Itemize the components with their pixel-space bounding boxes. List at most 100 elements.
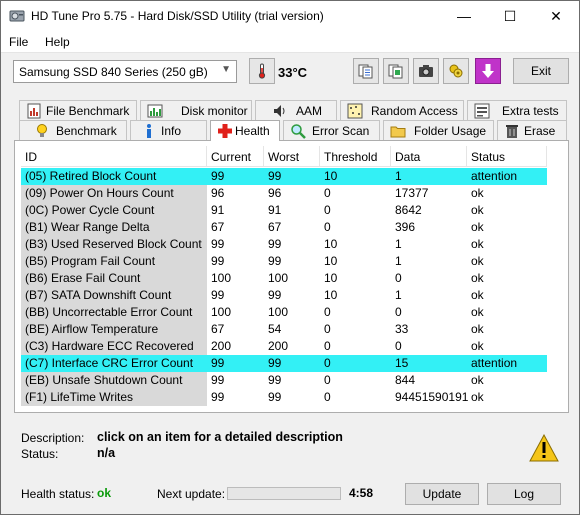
- cell-worst: 100: [268, 271, 289, 285]
- drive-select[interactable]: Samsung SSD 840 Series (250 gB) ▼: [13, 60, 237, 83]
- tab-file-benchmark[interactable]: File Benchmark: [19, 100, 137, 120]
- cell-data: 1: [395, 169, 402, 183]
- window-title: HD Tune Pro 5.75 - Hard Disk/SSD Utility…: [31, 9, 324, 23]
- menu-file[interactable]: File: [9, 35, 28, 49]
- update-progress-bar: [227, 487, 341, 500]
- tab-error-scan[interactable]: Error Scan: [283, 120, 380, 140]
- cell-data: 15: [395, 356, 409, 370]
- cell-data: 0: [395, 305, 402, 319]
- tab-folder-usage[interactable]: Folder Usage: [383, 120, 494, 140]
- table-row[interactable]: (F1) LifeTime Writes 99 99 0 94451590191 ok: [21, 389, 547, 406]
- log-button[interactable]: Log: [487, 483, 561, 505]
- cell-worst: 67: [268, 220, 282, 234]
- copy-screenshot-button[interactable]: [383, 58, 409, 84]
- tab-benchmark[interactable]: Benchmark: [19, 120, 127, 140]
- cell-threshold: 0: [324, 203, 331, 217]
- table-row[interactable]: (B6) Erase Fail Count 100 100 10 0 ok: [21, 270, 547, 287]
- screenshot-button[interactable]: [413, 58, 439, 84]
- table-row[interactable]: (05) Retired Block Count 99 99 10 1 attention: [21, 168, 547, 185]
- column-header-current[interactable]: Current: [207, 146, 264, 167]
- cell-id: (0C) Power Cycle Count: [25, 203, 155, 217]
- title-bar[interactable]: HD Tune Pro 5.75 - Hard Disk/SSD Utility…: [1, 1, 579, 31]
- cell-worst: 99: [268, 254, 282, 268]
- menu-help[interactable]: Help: [45, 35, 70, 49]
- cell-status: ok: [471, 186, 484, 200]
- tab-label: Health: [235, 124, 270, 138]
- cell-id: (BE) Airflow Temperature: [25, 322, 159, 336]
- column-header-threshold[interactable]: Threshold: [320, 146, 391, 167]
- cell-id: (09) Power On Hours Count: [25, 186, 174, 200]
- table-row[interactable]: (BE) Airflow Temperature 67 54 0 33 ok: [21, 321, 547, 338]
- cell-worst: 99: [268, 237, 282, 251]
- cell-data: 8642: [395, 203, 422, 217]
- maximize-button[interactable]: ☐: [487, 1, 533, 31]
- cell-data: 1: [395, 288, 402, 302]
- cell-threshold: 0: [324, 356, 331, 370]
- cell-threshold: 10: [324, 271, 338, 285]
- cell-current: 100: [211, 271, 232, 285]
- tab-random-access[interactable]: Random Access: [340, 100, 464, 120]
- table-row[interactable]: (EB) Unsafe Shutdown Count 99 99 0 844 ok: [21, 372, 547, 389]
- magnifier-icon: [291, 124, 306, 139]
- cell-data: 0: [395, 271, 402, 285]
- column-header-worst[interactable]: Worst: [264, 146, 320, 167]
- save-button[interactable]: [475, 58, 501, 84]
- table-row[interactable]: (0C) Power Cycle Count 91 91 0 8642 ok: [21, 202, 547, 219]
- temperature-button[interactable]: [249, 58, 275, 84]
- folder-icon: [390, 126, 406, 138]
- close-button[interactable]: ✕: [533, 1, 579, 31]
- trash-icon: [506, 125, 518, 138]
- column-header-status[interactable]: Status: [467, 146, 547, 167]
- tab-label: Extra tests: [502, 104, 559, 118]
- health-cross-icon: [218, 124, 232, 138]
- update-button[interactable]: Update: [405, 483, 479, 505]
- cell-current: 100: [211, 305, 232, 319]
- random-access-icon: [347, 103, 363, 119]
- copy-info-button[interactable]: [353, 58, 379, 84]
- cell-worst: 96: [268, 186, 282, 200]
- drive-select-value: Samsung SSD 840 Series (250 gB): [19, 65, 208, 79]
- health-panel: ID Current Worst Threshold Data Status (…: [14, 140, 569, 413]
- table-row[interactable]: (C3) Hardware ECC Recovered 200 200 0 0 ok: [21, 338, 547, 355]
- table-row[interactable]: (C7) Interface CRC Error Count 99 99 0 15 att…: [21, 355, 547, 372]
- table-row[interactable]: (09) Power On Hours Count 96 96 0 17377 ok: [21, 185, 547, 202]
- cell-status: ok: [471, 373, 484, 387]
- tab-row-bottom: Benchmark Info Health Error Scan Folder …: [15, 120, 569, 141]
- tab-extra-tests[interactable]: Extra tests: [467, 100, 567, 120]
- tab-disk-monitor[interactable]: Disk monitor: [140, 100, 252, 120]
- cell-threshold: 0: [324, 322, 331, 336]
- cell-data: 1: [395, 254, 402, 268]
- minimize-button[interactable]: —: [441, 1, 487, 31]
- health-status-label: Health status:: [21, 487, 95, 501]
- tab-label: Erase: [524, 124, 556, 138]
- status-value: n/a: [97, 446, 116, 460]
- cell-status: ok: [471, 339, 484, 353]
- table-row[interactable]: (B5) Program Fail Count 99 99 10 1 ok: [21, 253, 547, 270]
- thermometer-icon: [258, 63, 266, 79]
- table-header: ID Current Worst Threshold Data Status: [21, 146, 547, 167]
- app-window: HD Tune Pro 5.75 - Hard Disk/SSD Utility…: [0, 0, 580, 515]
- cell-threshold: 10: [324, 254, 338, 268]
- tab-erase[interactable]: Erase: [497, 120, 567, 140]
- cell-data: 0: [395, 339, 402, 353]
- column-header-data[interactable]: Data: [391, 146, 467, 167]
- tab-info[interactable]: Info: [130, 120, 207, 140]
- info-icon: [147, 124, 151, 138]
- column-header-id[interactable]: ID: [21, 146, 207, 167]
- table-row[interactable]: (BB) Uncorrectable Error Count 100 100 0 0 ok: [21, 304, 547, 321]
- tab-label: Random Access: [371, 104, 458, 118]
- cell-threshold: 10: [324, 169, 338, 183]
- table-row[interactable]: (B3) Used Reserved Block Count 99 99 10 1 ok: [21, 236, 547, 253]
- tab-label: File Benchmark: [46, 104, 130, 118]
- cell-id: (B5) Program Fail Count: [25, 254, 156, 268]
- description-area: Description: click on an item for a deta…: [1, 421, 579, 471]
- exit-button[interactable]: Exit: [513, 58, 569, 84]
- cell-status: ok: [471, 220, 484, 234]
- tab-health[interactable]: Health: [210, 120, 280, 141]
- cell-status: ok: [471, 288, 484, 302]
- options-button[interactable]: [443, 58, 469, 84]
- table-row[interactable]: (B1) Wear Range Delta 67 67 0 396 ok: [21, 219, 547, 236]
- cell-id: (C3) Hardware ECC Recovered: [25, 339, 194, 353]
- tab-aam[interactable]: AAM: [255, 100, 337, 120]
- table-row[interactable]: (B7) SATA Downshift Count 99 99 10 1 ok: [21, 287, 547, 304]
